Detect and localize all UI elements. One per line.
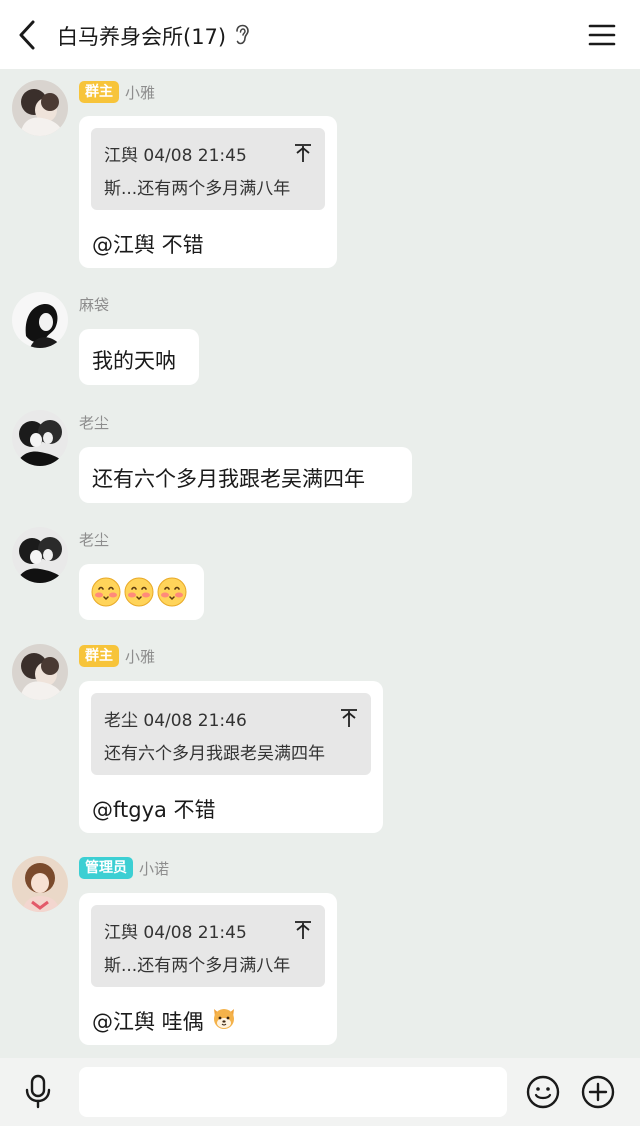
sender-row: 老尘 <box>79 528 109 550</box>
quote-meta: 江舆 04/08 21:45 <box>104 923 247 943</box>
back-arrow-icon <box>19 20 35 50</box>
back-button[interactable] <box>14 18 40 52</box>
sender-name: 老尘 <box>79 530 110 549</box>
message-item: 麻袋 我的天呐 <box>0 292 640 388</box>
quote-jump-icon[interactable] <box>339 707 359 729</box>
plus-circle-icon <box>581 1075 615 1109</box>
blush-emoji-icon <box>124 577 154 607</box>
sender-row: 管理员 小诺 <box>79 857 169 879</box>
voice-button[interactable] <box>22 1074 54 1110</box>
chat-title: 白马养身会所(17) <box>57 25 227 49</box>
avatar[interactable] <box>12 292 68 348</box>
sender-name: 小雅 <box>125 83 156 102</box>
avatar[interactable] <box>12 856 68 912</box>
sender-row: 老尘 <box>79 411 109 433</box>
message-input[interactable] <box>79 1067 507 1117</box>
top-bar: 白马养身会所(17) <box>0 0 640 69</box>
quoted-message[interactable]: 江舆 04/08 21:45 斯...还有两个多月满八年 <box>91 128 325 210</box>
message-text: @江舆 哇偶 <box>92 1010 204 1034</box>
owner-badge: 群主 <box>79 645 119 667</box>
shiba-emoji-icon <box>214 1009 234 1029</box>
message-bubble[interactable] <box>79 564 204 620</box>
avatar[interactable] <box>12 644 68 700</box>
quoted-message[interactable]: 江舆 04/08 21:45 斯...还有两个多月满八年 <box>91 905 325 987</box>
sender-name: 老尘 <box>79 413 110 432</box>
sender-row: 群主 小雅 <box>79 81 155 103</box>
message-item: 老尘 还有六个多月我跟老吴满四年 <box>0 410 640 506</box>
microphone-icon <box>25 1074 51 1109</box>
quote-jump-icon[interactable] <box>293 919 313 941</box>
avatar[interactable] <box>12 527 68 583</box>
quote-meta: 老尘 04/08 21:46 <box>104 711 247 731</box>
menu-button[interactable] <box>586 20 618 50</box>
message-text: @江舆 不错 <box>92 233 204 257</box>
more-button[interactable] <box>580 1074 616 1110</box>
message-bubble[interactable]: 我的天呐 <box>79 329 199 385</box>
quote-jump-icon[interactable] <box>293 142 313 164</box>
menu-icon <box>588 24 616 46</box>
emoji-button[interactable] <box>525 1074 561 1110</box>
quoted-message[interactable]: 老尘 04/08 21:46 还有六个多月我跟老吴满四年 <box>91 693 371 775</box>
quote-meta: 江舆 04/08 21:45 <box>104 146 247 166</box>
sender-name: 小诺 <box>139 859 170 878</box>
message-item: 群主 小雅 江舆 04/08 21:45 斯...还有两个多月满八年 @江舆 不… <box>0 80 640 270</box>
blush-emoji-icon <box>157 577 187 607</box>
message-bubble[interactable]: 江舆 04/08 21:45 斯...还有两个多月满八年 @江舆 哇偶 <box>79 893 337 1045</box>
smiley-icon <box>526 1075 560 1109</box>
admin-badge: 管理员 <box>79 857 133 879</box>
message-item: 管理员 小诺 江舆 04/08 21:45 斯...还有两个多月满八年 @江舆 … <box>0 856 640 1048</box>
avatar[interactable] <box>12 410 68 466</box>
sender-name: 小雅 <box>125 647 156 666</box>
message-text: 还有六个多月我跟老吴满四年 <box>92 467 365 491</box>
sender-row: 群主 小雅 <box>79 645 155 667</box>
sender-name: 麻袋 <box>79 295 110 314</box>
message-text: @ftgya 不错 <box>92 798 216 822</box>
quote-text: 斯...还有两个多月满八年 <box>104 179 291 199</box>
message-bubble[interactable]: 老尘 04/08 21:46 还有六个多月我跟老吴满四年 @ftgya 不错 <box>79 681 383 833</box>
input-bar <box>0 1058 640 1126</box>
sender-row: 麻袋 <box>79 293 109 315</box>
owner-badge: 群主 <box>79 81 119 103</box>
blush-emoji-icon <box>91 577 121 607</box>
message-text: 我的天呐 <box>92 349 176 373</box>
avatar[interactable] <box>12 80 68 136</box>
message-item: 群主 小雅 老尘 04/08 21:46 还有六个多月我跟老吴满四年 @ftgy… <box>0 644 640 834</box>
message-item: 老尘 <box>0 527 640 623</box>
ear-icon <box>236 24 249 45</box>
message-bubble[interactable]: 江舆 04/08 21:45 斯...还有两个多月满八年 @江舆 不错 <box>79 116 337 268</box>
quote-text: 斯...还有两个多月满八年 <box>104 956 291 976</box>
message-bubble[interactable]: 还有六个多月我跟老吴满四年 <box>79 447 412 503</box>
quote-text: 还有六个多月我跟老吴满四年 <box>104 744 325 764</box>
